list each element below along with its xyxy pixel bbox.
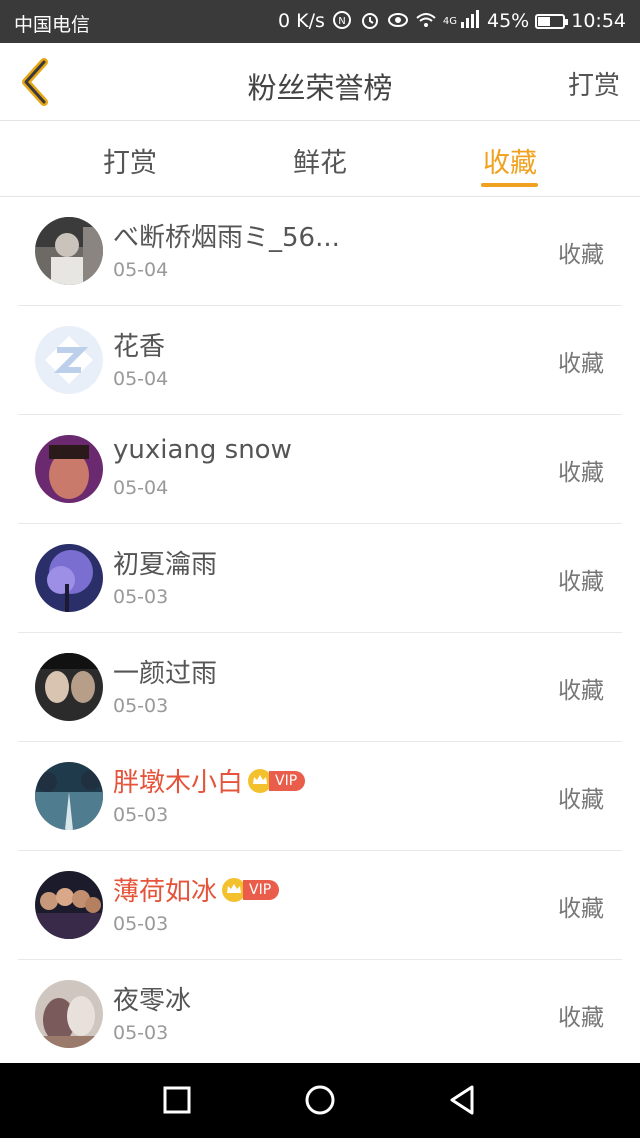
avatar [35,544,103,612]
avatar [35,653,103,721]
triangle-back-icon [450,1085,474,1115]
svg-text:N: N [338,16,345,27]
tab-tip[interactable]: 打赏 [60,141,200,180]
vip-badge: VIP [243,879,280,900]
list-item[interactable]: 夜零冰 05-03 收藏 [18,960,622,1068]
avatar [35,217,103,285]
clock: 10:54 [571,10,626,32]
list-item[interactable]: べ断桥烟雨ミ_56... 05-04 收藏 [18,197,622,306]
avatar [35,326,103,394]
action-label: 收藏 [558,242,604,268]
date: 05-03 [113,1022,169,1044]
user-name: 薄荷如冰 [113,877,218,907]
page-title: 粉丝荣誉榜 [247,71,393,105]
avatar [35,762,103,830]
square-icon [163,1086,191,1114]
header: 粉丝荣誉榜 打赏 [0,43,640,121]
avatar [35,871,103,939]
wifi-icon [415,10,437,32]
carrier-label: 中国电信 [14,14,91,36]
navigation-bar [0,1063,640,1138]
tip-button[interactable]: 打赏 [568,65,620,102]
date: 05-03 [113,695,169,717]
tab-favorites[interactable]: 收藏 [440,141,580,180]
user-name: 初夏瀹雨 [113,550,218,580]
action-label: 收藏 [558,460,604,486]
avatar [35,435,103,503]
fan-list: べ断桥烟雨ミ_56... 05-04 收藏 花香 05-04 收藏 yuxian… [0,197,640,1068]
signal-icon [459,10,481,32]
back-nav-button[interactable] [446,1083,480,1117]
date: 05-03 [113,804,169,826]
action-label: 收藏 [558,1005,604,1031]
recents-button[interactable] [160,1083,194,1117]
user-name: 胖墩木小白 [113,768,244,798]
avatar [35,980,103,1048]
battery-percent: 45% [487,10,530,32]
user-name: 一颜过雨 [113,659,218,689]
tab-flowers[interactable]: 鲜花 [250,141,390,180]
home-button[interactable] [303,1083,337,1117]
date: 05-03 [113,913,169,935]
action-label: 收藏 [558,351,604,377]
list-item[interactable]: 一颜过雨 05-03 收藏 [18,633,622,742]
list-item[interactable]: 初夏瀹雨 05-03 收藏 [18,524,622,633]
action-label: 收藏 [558,896,604,922]
tab-bar: 打赏 鲜花 收藏 [0,121,640,197]
network-type: 4G [442,15,457,27]
alarm-icon [359,10,381,32]
list-item[interactable]: 薄荷如冰 VIP 05-03 收藏 [18,851,622,960]
date: 05-03 [113,586,169,608]
date: 05-04 [113,368,169,390]
status-icons: 0 K/s N 4G 45% 10:54 [278,10,626,32]
list-item[interactable]: 胖墩木小白 VIP 05-03 收藏 [18,742,622,851]
active-tab-indicator [481,183,538,187]
vip-badge: VIP [269,770,306,791]
user-name: べ断桥烟雨ミ_56... [113,223,340,253]
network-speed: 0 K/s [277,10,325,32]
action-label: 收藏 [558,787,604,813]
user-name: 花香 [113,332,166,362]
status-bar: 中国电信 0 K/s N 4G 45% 10:54 [0,0,640,43]
battery-icon [535,13,569,29]
date: 05-04 [113,259,169,281]
circle-icon [305,1085,335,1115]
action-label: 收藏 [558,569,604,595]
list-item[interactable]: yuxiang snow 05-04 收藏 [18,415,622,524]
user-name: yuxiang snow [113,435,292,465]
date: 05-04 [113,477,169,499]
eye-icon [387,10,409,32]
action-label: 收藏 [558,678,604,704]
data-saver-icon: N [331,10,353,32]
list-item[interactable]: 花香 05-04 收藏 [18,306,622,415]
user-name: 夜零冰 [113,986,192,1016]
